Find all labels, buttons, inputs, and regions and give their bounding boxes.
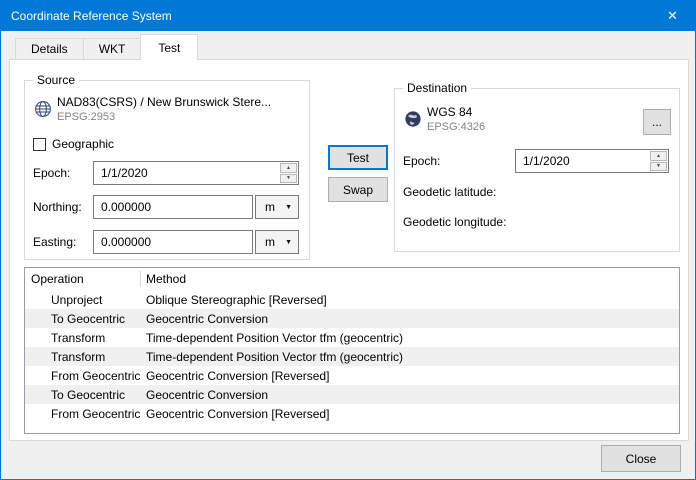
- destination-epoch-spinbox[interactable]: 1/1/2020 ▲ ▼: [515, 149, 669, 173]
- table-row[interactable]: UnprojectOblique Stereographic [Reversed…: [25, 290, 679, 309]
- method-cell: Geocentric Conversion [Reversed]: [140, 369, 329, 383]
- source-epoch-spinbox[interactable]: 1/1/2020 ▲ ▼: [93, 161, 299, 185]
- table-row[interactable]: To GeocentricGeocentric Conversion: [25, 309, 679, 328]
- window-close-button[interactable]: ✕: [650, 1, 695, 31]
- northing-unit-combo[interactable]: m ▼: [255, 195, 299, 219]
- geographic-checkbox[interactable]: [33, 138, 46, 151]
- method-cell: Geocentric Conversion: [140, 388, 268, 402]
- test-button[interactable]: Test: [328, 145, 388, 170]
- table-row[interactable]: To GeocentricGeocentric Conversion: [25, 385, 679, 404]
- northing-input[interactable]: 0.000000: [93, 195, 253, 219]
- epoch-spin-down-icon[interactable]: ▼: [280, 174, 297, 184]
- operations-table-header: Operation Method: [25, 268, 679, 290]
- operation-cell: Unproject: [25, 293, 140, 307]
- test-tab-page: Source NAD83(CSRS) / New Brunswick Stere…: [9, 59, 689, 441]
- epoch-spin-down-icon[interactable]: ▼: [650, 162, 667, 172]
- source-crs-name: NAD83(CSRS) / New Brunswick Stere...: [57, 95, 271, 109]
- table-row[interactable]: From GeocentricGeocentric Conversion [Re…: [25, 404, 679, 423]
- operations-table: Operation Method UnprojectOblique Stereo…: [24, 267, 680, 434]
- title-bar: Coordinate Reference System: [1, 1, 695, 31]
- easting-input[interactable]: 0.000000: [93, 230, 253, 254]
- column-divider: [140, 271, 141, 287]
- source-group: Source NAD83(CSRS) / New Brunswick Stere…: [24, 80, 310, 260]
- easting-label: Easting:: [33, 235, 93, 249]
- northing-value: 0.000000: [101, 200, 151, 214]
- destination-group: Destination WGS 84 EPSG:4326 ... Epoch: …: [394, 88, 680, 252]
- method-column-header[interactable]: Method: [140, 272, 186, 286]
- source-group-label: Source: [33, 73, 79, 87]
- operation-cell: To Geocentric: [25, 388, 140, 402]
- table-row[interactable]: TransformTime-dependent Position Vector …: [25, 328, 679, 347]
- window-title: Coordinate Reference System: [11, 9, 172, 23]
- chevron-down-icon: ▼: [285, 239, 292, 246]
- tab-test[interactable]: Test: [140, 34, 198, 60]
- close-button[interactable]: Close: [601, 445, 681, 472]
- method-cell: Time-dependent Position Vector tfm (geoc…: [140, 350, 403, 364]
- epoch-spin-up-icon[interactable]: ▲: [280, 163, 297, 173]
- operation-cell: From Geocentric: [25, 369, 140, 383]
- earth-globe-icon: [403, 109, 423, 129]
- crs-dialog: Coordinate Reference System ✕ DetailsWKT…: [0, 0, 696, 480]
- wireframe-globe-icon: [33, 99, 53, 119]
- swap-button[interactable]: Swap: [328, 177, 388, 202]
- destination-epoch-label: Epoch:: [403, 154, 515, 168]
- geodetic-longitude-label: Geodetic longitude:: [403, 215, 506, 229]
- destination-epoch-value: 1/1/2020: [523, 154, 570, 168]
- operation-cell: To Geocentric: [25, 312, 140, 326]
- geographic-label: Geographic: [52, 137, 114, 151]
- table-row[interactable]: From GeocentricGeocentric Conversion [Re…: [25, 366, 679, 385]
- operation-cell: From Geocentric: [25, 407, 140, 421]
- northing-unit-value: m: [265, 200, 275, 214]
- tab-wkt[interactable]: WKT: [83, 38, 142, 60]
- destination-crs-name: WGS 84: [427, 105, 485, 119]
- method-cell: Oblique Stereographic [Reversed]: [140, 293, 327, 307]
- operation-cell: Transform: [25, 350, 140, 364]
- tab-details[interactable]: Details: [15, 38, 84, 60]
- destination-group-label: Destination: [403, 81, 471, 95]
- source-epoch-value: 1/1/2020: [101, 166, 148, 180]
- destination-crs-row: WGS 84 EPSG:4326: [403, 105, 635, 133]
- operation-cell: Transform: [25, 331, 140, 345]
- easting-unit-combo[interactable]: m ▼: [255, 230, 299, 254]
- geographic-checkbox-row: Geographic: [33, 137, 114, 151]
- easting-unit-value: m: [265, 235, 275, 249]
- source-crs-row: NAD83(CSRS) / New Brunswick Stere... EPS…: [33, 95, 301, 123]
- method-cell: Geocentric Conversion: [140, 312, 268, 326]
- source-epoch-label: Epoch:: [33, 166, 93, 180]
- method-cell: Geocentric Conversion [Reversed]: [140, 407, 329, 421]
- tab-bar: DetailsWKTTest: [15, 34, 197, 60]
- northing-label: Northing:: [33, 200, 93, 214]
- chevron-down-icon: ▼: [285, 204, 292, 211]
- close-icon: ✕: [667, 8, 678, 24]
- operation-column-header[interactable]: Operation: [25, 272, 140, 286]
- easting-value: 0.000000: [101, 235, 151, 249]
- browse-crs-button[interactable]: ...: [643, 109, 671, 135]
- geodetic-latitude-label: Geodetic latitude:: [403, 185, 496, 199]
- destination-crs-code: EPSG:4326: [427, 121, 485, 133]
- table-row[interactable]: TransformTime-dependent Position Vector …: [25, 347, 679, 366]
- operations-table-body: UnprojectOblique Stereographic [Reversed…: [25, 290, 679, 423]
- method-cell: Time-dependent Position Vector tfm (geoc…: [140, 331, 403, 345]
- source-crs-code: EPSG:2953: [57, 111, 271, 123]
- epoch-spin-up-icon[interactable]: ▲: [650, 151, 667, 161]
